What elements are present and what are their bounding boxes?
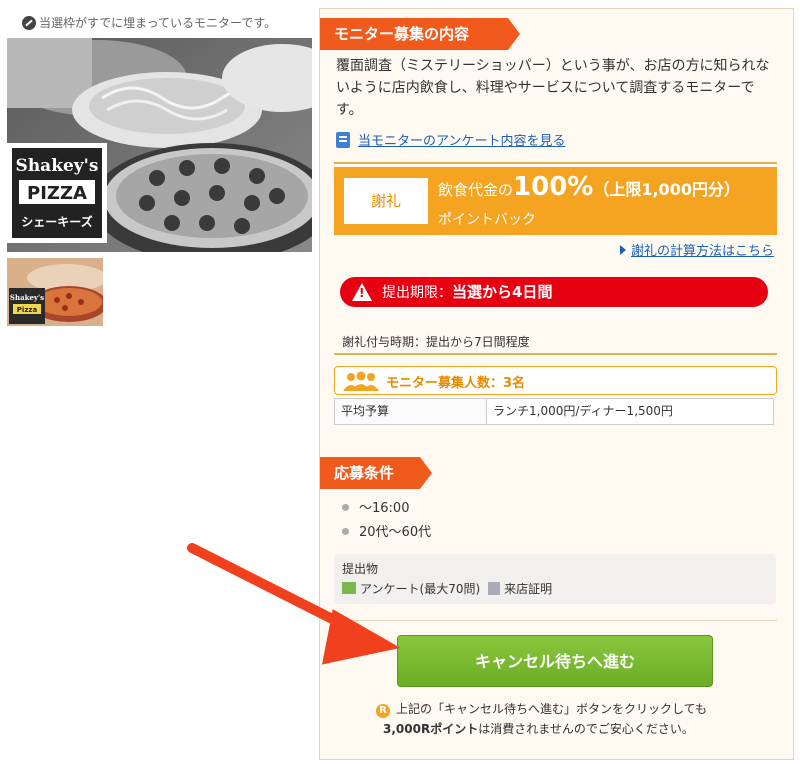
condition-text: 20代〜60代	[359, 525, 432, 540]
pizza-photo-image: Shakey's PIZZA シェーキーズ	[7, 38, 312, 252]
condition-item: 20代〜60代	[342, 521, 431, 540]
footer-note-line2: 3,000Rポイントは消費されませんのでご安心ください。	[383, 720, 694, 737]
annotation-arrow-icon	[187, 543, 401, 665]
triangle-right-icon	[620, 245, 626, 255]
condition-text: 〜16:00	[359, 501, 410, 516]
no-image-icon	[22, 16, 36, 30]
footer-points: 3,000Rポイント	[383, 722, 479, 736]
shakeys-logo-line3: シェーキーズ	[21, 214, 92, 229]
waitlist-button[interactable]: キャンセル待ちへ進む	[397, 635, 713, 687]
reward-prefix: 飲食代金の	[438, 181, 514, 199]
reward-limit: （上限1,000円分）	[593, 180, 740, 199]
thumb-logo-line1: Shakey's	[10, 293, 44, 302]
footer-note-text2: は消費されませんのでご安心ください。	[478, 722, 694, 736]
section-title-conditions: 応募条件	[320, 457, 432, 489]
budget-label: 平均予算	[335, 399, 487, 424]
thumbnail-photo[interactable]: Shakey's Pizza	[7, 258, 103, 326]
reward-calculation-link[interactable]: 謝礼の計算方法はこちら	[620, 240, 774, 259]
reward-percent: 100%	[513, 172, 594, 202]
survey-content-link[interactable]: 当モニターのアンケート内容を見る	[336, 130, 565, 149]
people-icon	[343, 371, 379, 391]
thumbnail-image: Shakey's Pizza	[7, 258, 103, 326]
reward-label: 謝礼	[344, 178, 428, 224]
footer-note-line1: R 上記の「キャンセル待ちへ進む」ボタンをクリックしても	[376, 700, 707, 718]
deadline-text: 提出期限：当選から4日間	[382, 277, 552, 308]
footer-note-text1: 上記の「キャンセル待ちへ進む」ボタンをクリックしても	[396, 702, 708, 716]
monitor-description: 覆面調査（ミステリーショッパー）という事が、お店の方に知られないように店内飲食し…	[336, 58, 770, 118]
recruit-count-text: モニター募集人数：3名	[386, 376, 526, 391]
r-point-icon: R	[376, 704, 390, 718]
shakeys-logo-line1: Shakey's	[16, 156, 99, 176]
reward-amount: 飲食代金の100%（上限1,000円分）	[438, 172, 740, 202]
deadline-banner: 提出期限：当選から4日間	[340, 277, 768, 307]
submission-proof: 来店証明	[504, 582, 553, 596]
budget-value: ランチ1,000円/ディナー1,500円	[493, 404, 673, 418]
sold-out-notice-text: 当選枠がすでに埋まっているモニターです。	[39, 16, 277, 30]
bullet-dot-icon	[342, 528, 349, 535]
divider	[334, 353, 777, 355]
deadline-label: 提出期限：	[382, 285, 452, 301]
receipt-icon	[488, 582, 501, 595]
document-icon	[336, 132, 350, 148]
condition-item: 〜16:00	[342, 497, 409, 516]
budget-table: 平均予算 ランチ1,000円/ディナー1,500円	[334, 398, 774, 425]
survey-link-text: 当モニターのアンケート内容を見る	[358, 134, 566, 149]
deadline-value: 当選から4日間	[452, 283, 553, 301]
shakeys-logo-line2: PIZZA	[27, 183, 87, 204]
section-title-recruitment: モニター募集の内容	[320, 18, 520, 50]
main-photo[interactable]: Shakey's PIZZA シェーキーズ	[7, 38, 312, 252]
bullet-dot-icon	[342, 504, 349, 511]
reward-timing: 謝礼付与時期：提出から7日間程度	[342, 335, 530, 349]
sold-out-notice: 当選枠がすでに埋まっているモニターです。	[22, 14, 276, 31]
warning-icon	[352, 283, 372, 301]
thumb-logo-line2: Pizza	[17, 306, 38, 314]
reward-type: ポイントバック	[438, 212, 536, 228]
calc-link-text: 謝礼の計算方法はこちら	[631, 244, 775, 259]
divider	[334, 162, 777, 164]
